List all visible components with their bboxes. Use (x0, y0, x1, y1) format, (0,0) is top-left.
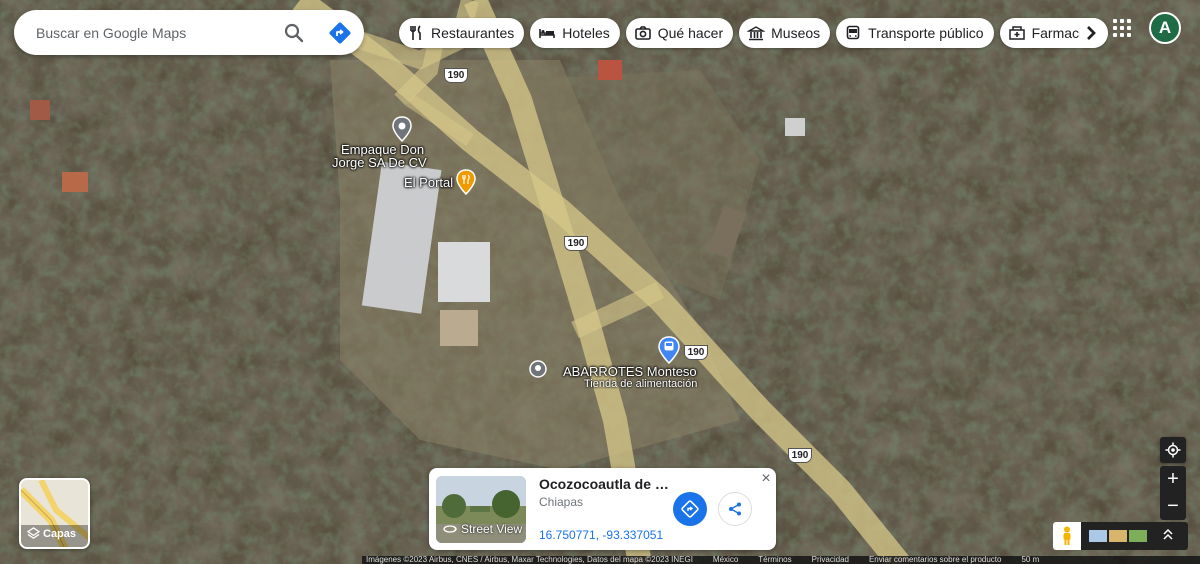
zoom-in-button[interactable]: + (1160, 466, 1186, 493)
chip-label: Restaurantes (431, 25, 515, 41)
highway-shield: 190 (564, 236, 588, 251)
coordinates-link[interactable]: 16.750771, -93.337051 (539, 528, 663, 542)
directions-arrow-icon (681, 500, 699, 518)
chip-transit[interactable]: Transporte público (836, 18, 994, 48)
highway-shield: 190 (684, 345, 708, 360)
place-category-abarrotes: Tienda de alimentación (584, 378, 698, 390)
my-location-button[interactable] (1160, 437, 1186, 463)
close-card-button[interactable]: × (759, 471, 773, 487)
restaurant-pin-icon[interactable] (456, 169, 476, 195)
map-footer: Imágenes ©2023 Airbus, CNES / Airbus, Ma… (362, 556, 1200, 564)
account-avatar[interactable]: A (1149, 12, 1181, 44)
chip-restaurants[interactable]: Restaurantes (399, 18, 525, 48)
place-label-el-portal[interactable]: El Portal (404, 175, 453, 190)
street-view-label-wrap: Street View (443, 522, 522, 536)
my-location-icon (1165, 442, 1181, 458)
highway-shield: 190 (444, 68, 468, 83)
place-subtitle: Chiapas (539, 495, 584, 509)
bus-stop-pin-icon[interactable] (658, 336, 680, 364)
search-box (14, 10, 364, 55)
place-dot-icon[interactable] (529, 360, 547, 378)
pegman-icon (1063, 526, 1071, 545)
street-view-thumbnail[interactable]: Street View (436, 476, 526, 543)
directions-icon[interactable] (328, 21, 352, 45)
pegman-button[interactable] (1053, 522, 1081, 550)
street-view-strip (1053, 522, 1188, 550)
apps-grid-icon[interactable] (1111, 17, 1133, 39)
highway-shield: 190 (788, 448, 812, 463)
imagery-thumb[interactable] (1089, 530, 1107, 542)
imagery-thumb[interactable] (1129, 530, 1147, 542)
zoom-out-button[interactable]: − (1160, 493, 1186, 520)
category-chips: Restaurantes Hoteles Qué hacer Museos Tr… (399, 18, 1108, 48)
layers-label-wrap: Capas (27, 527, 76, 540)
search-icon[interactable] (282, 21, 306, 45)
zoom-controls: + − (1160, 466, 1186, 520)
camera-icon (634, 26, 651, 40)
layers-label: Capas (43, 527, 77, 540)
fork-knife-icon (410, 25, 421, 40)
chip-label: Hoteles (562, 25, 610, 41)
chip-label: Farmaci (1031, 25, 1083, 41)
place-label-empaque-line2[interactable]: Jorge SA De CV (332, 155, 427, 170)
attribution-text: Imágenes ©2023 Airbus, CNES / Airbus, Ma… (366, 556, 693, 564)
chip-hotels[interactable]: Hoteles (530, 18, 620, 48)
imagery-thumbnails[interactable] (1089, 530, 1147, 542)
bus-icon (846, 25, 860, 40)
chip-pharmacy[interactable]: Farmaci (999, 18, 1108, 48)
chip-things-to-do[interactable]: Qué hacer (625, 18, 734, 48)
chevron-right-icon (1086, 26, 1096, 40)
imagery-thumb[interactable] (1109, 530, 1127, 542)
chip-label: Transporte público (868, 25, 984, 41)
bed-icon (539, 29, 556, 38)
scale-bar[interactable]: 50 m (1021, 556, 1039, 564)
chip-label: Museos (771, 25, 821, 41)
share-icon (729, 502, 741, 516)
terms-link[interactable]: Términos (758, 556, 791, 564)
street-view-label: Street View (461, 522, 523, 536)
chip-museums[interactable]: Museos (739, 18, 831, 48)
location-info-card: Street View Ocozocoautla de E... Chiapas… (429, 468, 776, 550)
chevron-up-glyph (1163, 528, 1173, 540)
museum-icon (747, 26, 766, 41)
pharmacy-icon (1008, 26, 1025, 40)
place-title[interactable]: Ocozocoautla de E... (539, 476, 669, 492)
street-view-360-icon (443, 525, 457, 533)
feedback-link[interactable]: Enviar comentarios sobre el producto (869, 556, 1002, 564)
chevron-up-icon[interactable] (1163, 528, 1173, 544)
place-pin-icon[interactable] (392, 116, 412, 142)
search-input[interactable] (36, 24, 272, 41)
chips-scroll-right-button[interactable] (1079, 18, 1108, 48)
country-link[interactable]: México (713, 556, 738, 564)
place-label-abarrotes[interactable]: ABARROTES Monteso (563, 364, 697, 379)
share-button[interactable] (718, 492, 752, 526)
directions-button[interactable] (673, 492, 707, 526)
chip-label: Qué hacer (657, 25, 724, 41)
layers-icon (27, 527, 40, 539)
privacy-link[interactable]: Privacidad (812, 556, 849, 564)
layers-button[interactable]: Capas (19, 478, 90, 549)
